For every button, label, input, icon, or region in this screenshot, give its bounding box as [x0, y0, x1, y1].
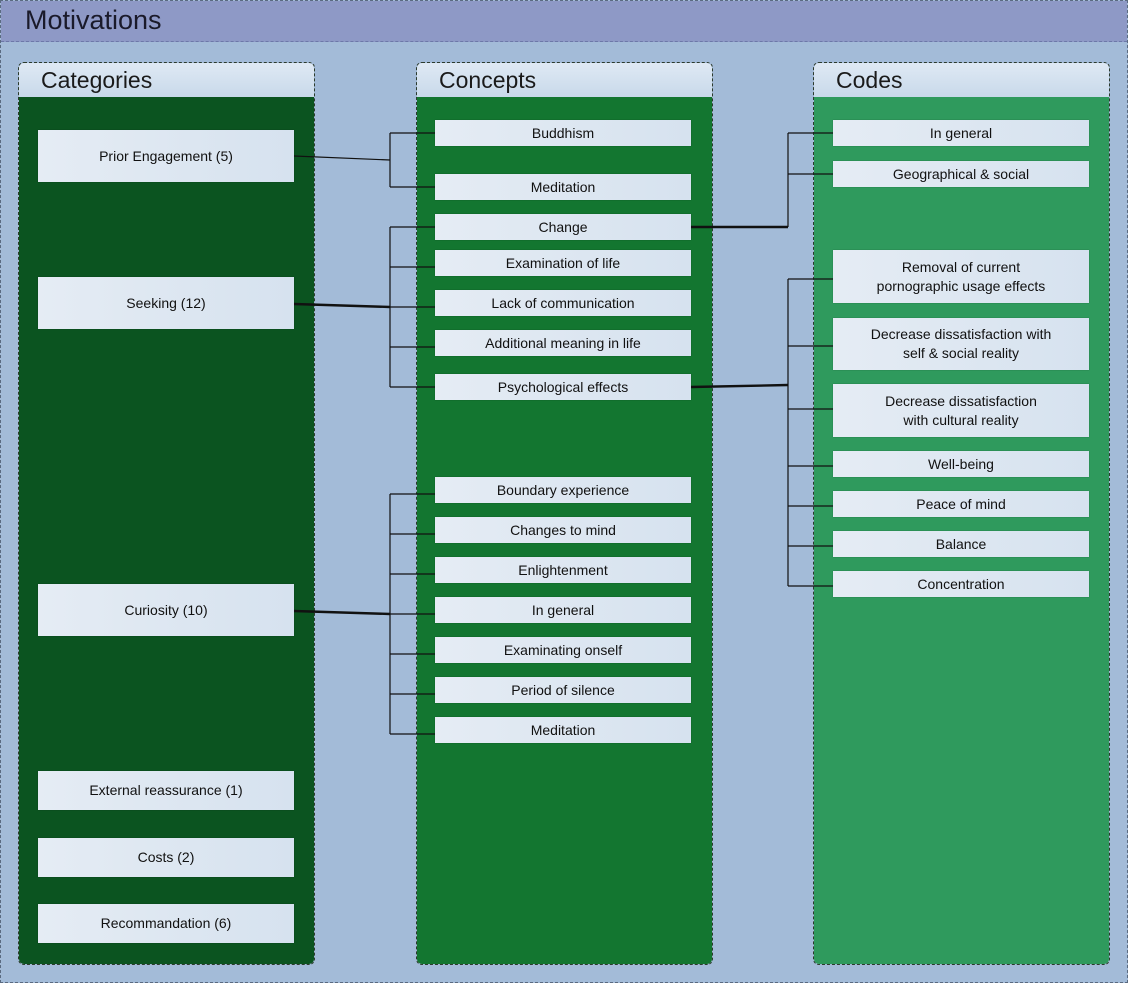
code-well-being[interactable]: Well-being	[833, 451, 1089, 477]
concept-change[interactable]: Change	[435, 214, 691, 240]
concept-meditation[interactable]: Meditation	[435, 174, 691, 200]
concept-period-of-silence[interactable]: Period of silence	[435, 677, 691, 703]
concept-lack-of-communication[interactable]: Lack of communication	[435, 290, 691, 316]
diagram-title: Motivations	[25, 5, 162, 35]
code-balance[interactable]: Balance	[833, 531, 1089, 557]
title-bar: Motivations	[1, 1, 1127, 42]
concept-additional-meaning[interactable]: Additional meaning in life	[435, 330, 691, 356]
category-recommandation[interactable]: Recommandation (6)	[38, 904, 294, 943]
lane-title-codes: Codes	[836, 67, 903, 93]
lane-categories: Categories	[18, 62, 315, 965]
code-removal-of-pornographic-effects[interactable]: Removal of current pornographic usage ef…	[833, 250, 1089, 303]
category-costs[interactable]: Costs (2)	[38, 838, 294, 877]
concept-buddhism[interactable]: Buddhism	[435, 120, 691, 146]
code-decrease-dissatisfaction-cultural[interactable]: Decrease dissatisfaction with cultural r…	[833, 384, 1089, 437]
concept-examinating-onself[interactable]: Examinating onself	[435, 637, 691, 663]
concept-psychological-effects[interactable]: Psychological effects	[435, 374, 691, 400]
concept-boundary-experience[interactable]: Boundary experience	[435, 477, 691, 503]
code-peace-of-mind[interactable]: Peace of mind	[833, 491, 1089, 517]
concept-meditation-2[interactable]: Meditation	[435, 717, 691, 743]
concept-changes-to-mind[interactable]: Changes to mind	[435, 517, 691, 543]
category-prior-engagement[interactable]: Prior Engagement (5)	[38, 130, 294, 182]
code-decrease-dissatisfaction-self-social[interactable]: Decrease dissatisfaction with self & soc…	[833, 318, 1089, 370]
lane-title-concepts: Concepts	[439, 67, 537, 93]
lane-header: Categories	[19, 63, 314, 97]
category-external-reassurance[interactable]: External reassurance (1)	[38, 771, 294, 810]
lane-body	[19, 97, 314, 964]
concept-in-general[interactable]: In general	[435, 597, 691, 623]
code-concentration[interactable]: Concentration	[833, 571, 1089, 597]
concept-enlightenment[interactable]: Enlightenment	[435, 557, 691, 583]
category-curiosity[interactable]: Curiosity (10)	[38, 584, 294, 636]
lane-header: Codes	[814, 63, 1109, 97]
category-seeking[interactable]: Seeking (12)	[38, 277, 294, 329]
lane-header: Concepts	[417, 63, 712, 97]
code-in-general[interactable]: In general	[833, 120, 1089, 146]
lane-title-categories: Categories	[41, 67, 153, 93]
code-geographical-social[interactable]: Geographical & social	[833, 161, 1089, 187]
concept-examination-of-life[interactable]: Examination of life	[435, 250, 691, 276]
